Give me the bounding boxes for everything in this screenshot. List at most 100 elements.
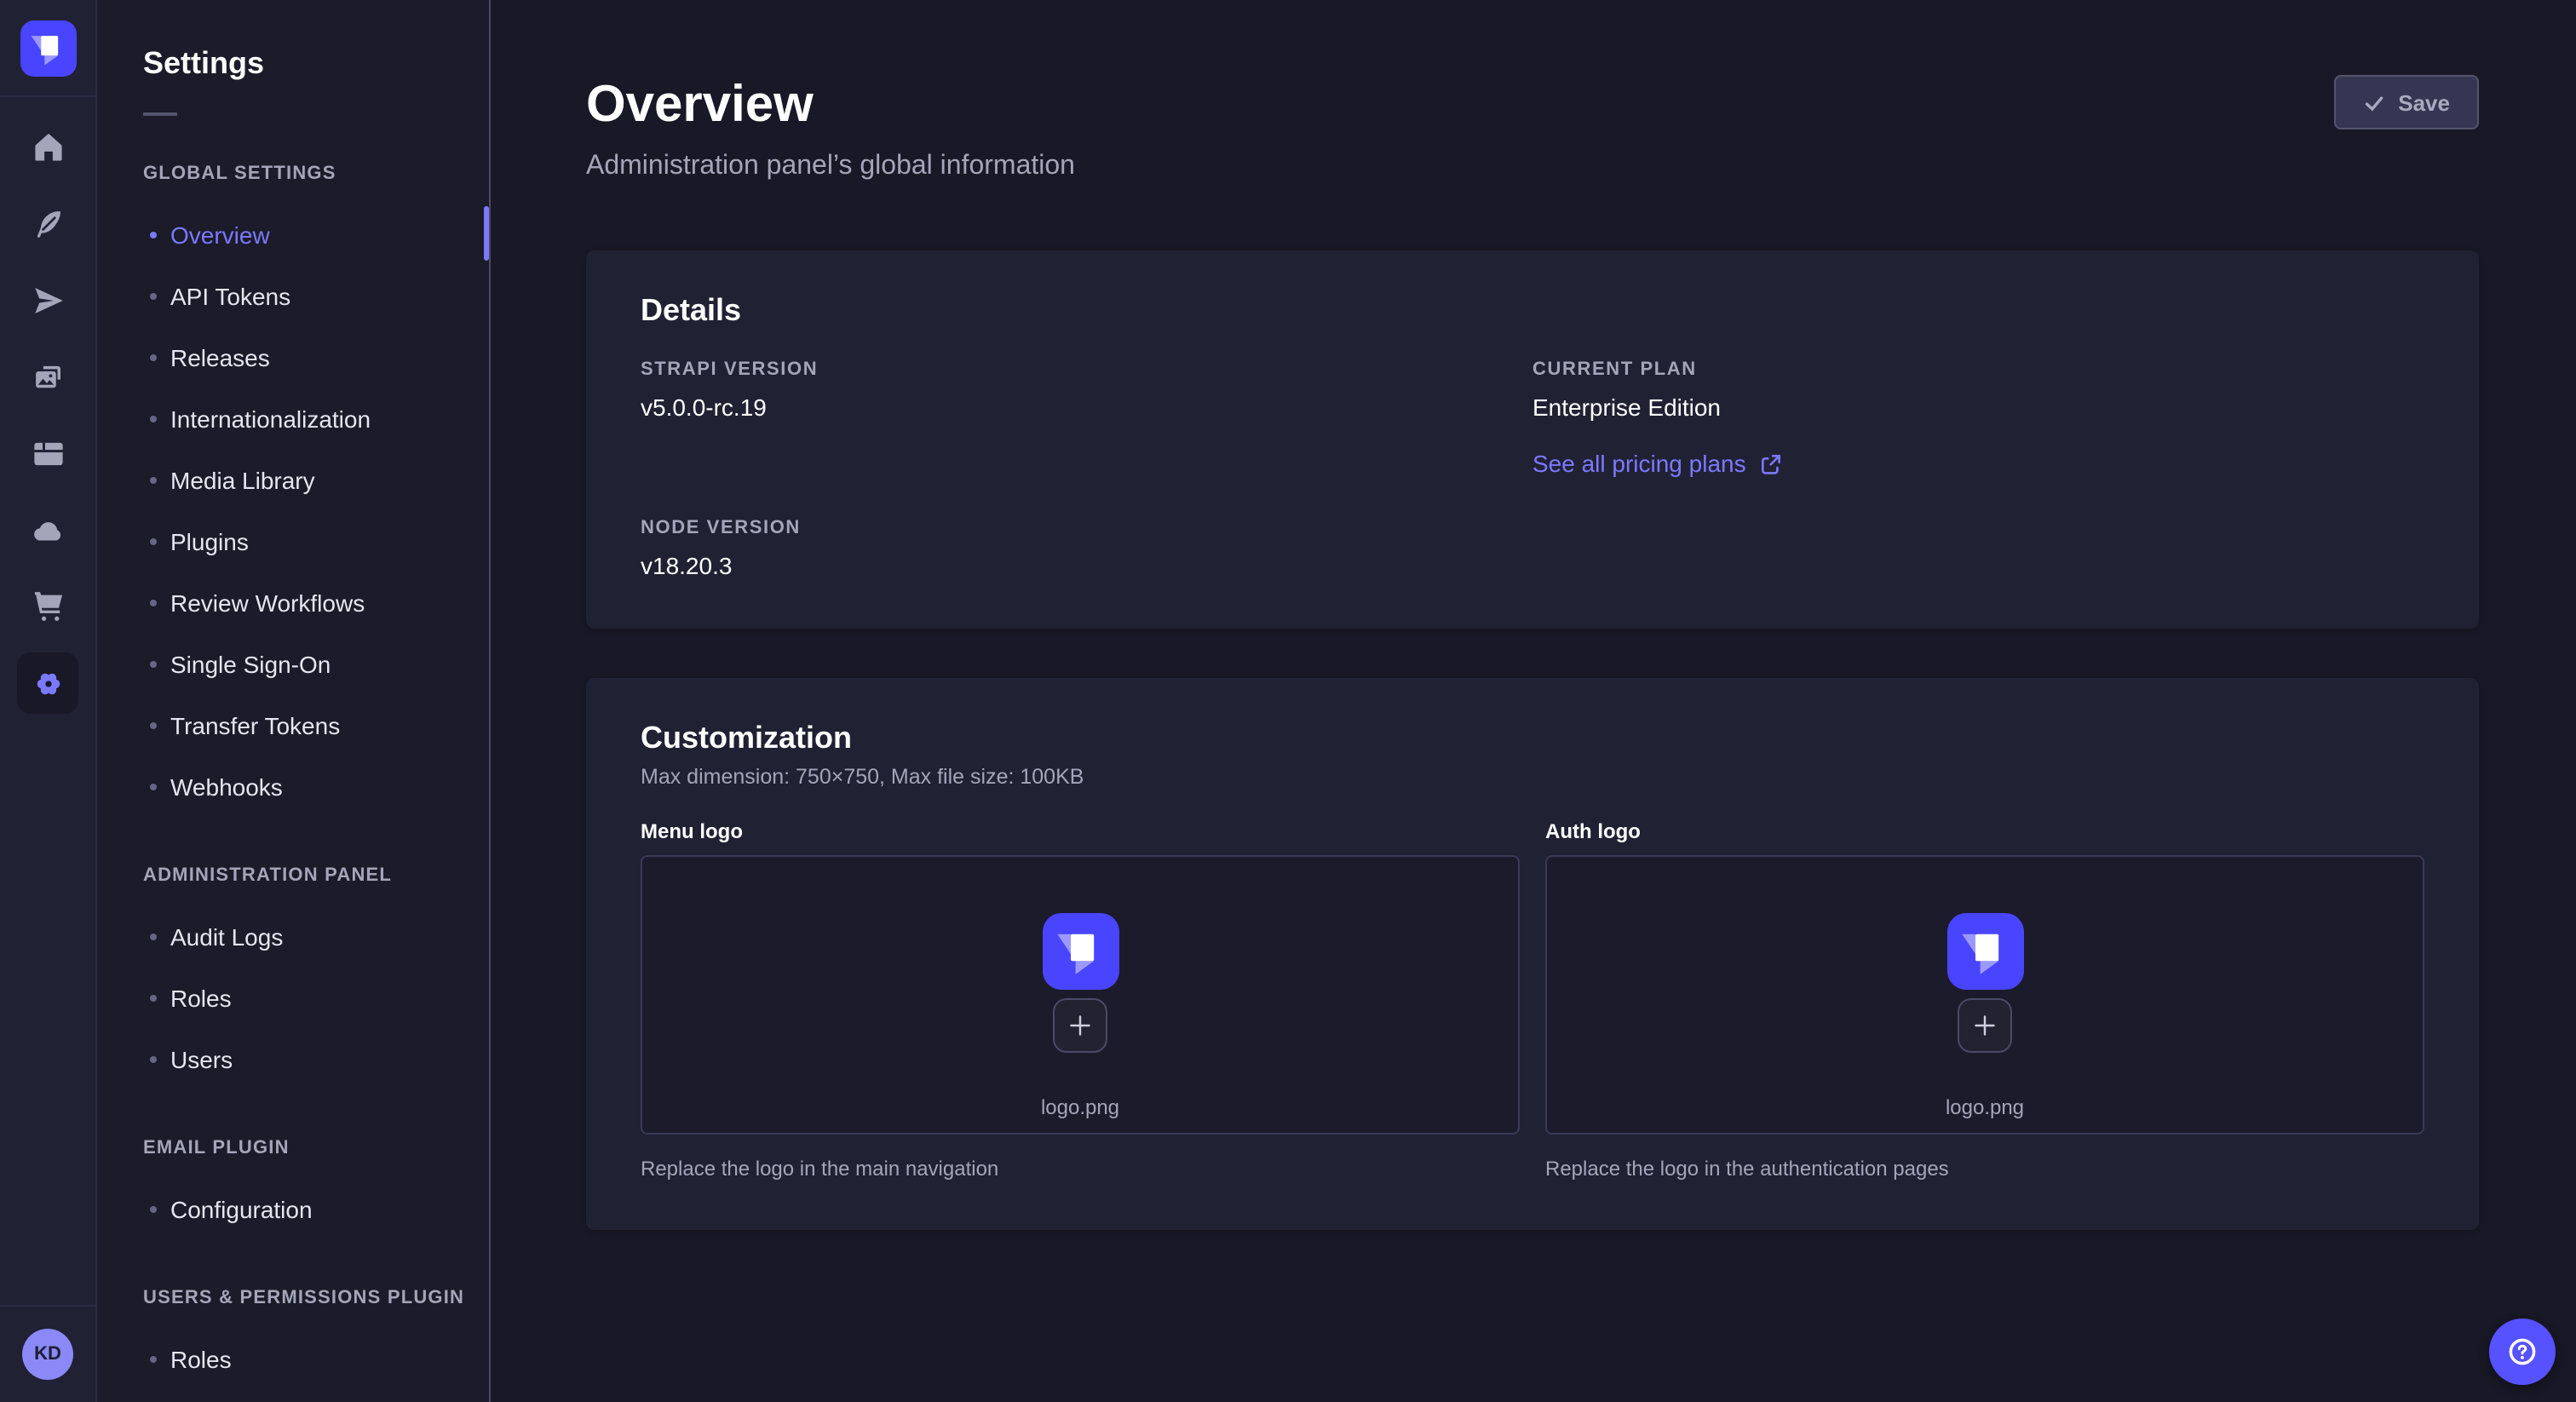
check-icon bbox=[2362, 91, 2384, 113]
sidebar-item-plugins[interactable]: Plugins bbox=[97, 511, 489, 572]
help-icon bbox=[2506, 1336, 2539, 1368]
sidebar-item-label: Media Library bbox=[170, 467, 315, 494]
customization-constraints: Max dimension: 750×750, Max file size: 1… bbox=[641, 763, 2424, 790]
sidebar-item-api-tokens[interactable]: API Tokens bbox=[97, 266, 489, 327]
images-icon bbox=[30, 359, 66, 394]
nav-home-button[interactable] bbox=[14, 112, 82, 181]
current-plan-field: CURRENT PLAN Enterprise Edition bbox=[1532, 356, 2424, 422]
menu-logo-label: Menu logo bbox=[641, 819, 1520, 843]
bullet-icon bbox=[150, 354, 157, 361]
auth-logo-hint: Replace the logo in the authentication p… bbox=[1545, 1155, 2424, 1182]
customization-card: Customization Max dimension: 750×750, Ma… bbox=[586, 678, 2479, 1230]
auth-logo-dropzone[interactable]: logo.png bbox=[1545, 855, 2424, 1135]
customization-card-title: Customization bbox=[641, 719, 2424, 756]
sidebar-item-review-workflows[interactable]: Review Workflows bbox=[97, 572, 489, 634]
save-button[interactable]: Save bbox=[2333, 75, 2479, 129]
field-label: STRAPI VERSION bbox=[641, 356, 1532, 385]
nav-releases-button[interactable] bbox=[14, 266, 82, 334]
sidebar-item-label: Roles bbox=[170, 985, 232, 1012]
sidebar-item-label: Single Sign-On bbox=[170, 651, 331, 678]
sidebar-item-up-providers[interactable]: Providers bbox=[97, 1390, 489, 1402]
sidebar-item-transfer-tokens[interactable]: Transfer Tokens bbox=[97, 695, 489, 756]
pricing-plans-link-label: See all pricing plans bbox=[1532, 450, 1746, 477]
rail-bottom: KD bbox=[0, 1305, 95, 1402]
sidebar-item-admin-roles[interactable]: Roles bbox=[97, 968, 489, 1029]
details-left-column: STRAPI VERSION v5.0.0-rc.19 NODE VERSION… bbox=[641, 356, 1532, 581]
bullet-icon bbox=[150, 661, 157, 668]
bullet-icon bbox=[150, 1056, 157, 1063]
bullet-icon bbox=[150, 416, 157, 422]
sidebar-item-single-sign-on[interactable]: Single Sign-On bbox=[97, 634, 489, 695]
nav-content-type-builder-button[interactable] bbox=[14, 419, 82, 487]
field-value: v5.0.0-rc.19 bbox=[641, 394, 1532, 422]
add-logo-button[interactable] bbox=[1053, 998, 1107, 1053]
bullet-icon bbox=[150, 934, 157, 940]
sidebar-item-media-library[interactable]: Media Library bbox=[97, 450, 489, 511]
help-button[interactable] bbox=[2489, 1319, 2556, 1385]
nav-marketplace-button[interactable] bbox=[14, 572, 82, 641]
sidebar-item-label: API Tokens bbox=[170, 283, 290, 310]
main-nav-rail: KD bbox=[0, 0, 97, 1402]
cloud-icon bbox=[30, 512, 66, 548]
sidebar-item-label: Overview bbox=[170, 221, 270, 249]
pricing-plans-link[interactable]: See all pricing plans bbox=[1532, 450, 1782, 477]
main-content: Overview Administration panel’s global i… bbox=[491, 0, 2576, 1402]
sidebar-item-label: Internationalization bbox=[170, 405, 371, 433]
divider bbox=[0, 95, 96, 97]
menu-logo-dropzone[interactable]: logo.png bbox=[641, 855, 1520, 1135]
bullet-icon bbox=[150, 600, 157, 606]
bullet-icon bbox=[150, 784, 157, 790]
field-value: Enterprise Edition bbox=[1532, 394, 2424, 422]
bullet-icon bbox=[150, 293, 157, 300]
window-layout-icon bbox=[30, 435, 66, 471]
section-administration-panel: ADMINISTRATION PANEL bbox=[143, 864, 489, 888]
user-avatar[interactable]: KD bbox=[22, 1329, 73, 1380]
divider bbox=[0, 1305, 96, 1307]
active-item-indicator bbox=[484, 206, 489, 261]
divider bbox=[143, 112, 177, 116]
logo-uploaders: Menu logo logo.png Replace the logo in t… bbox=[641, 819, 2424, 1182]
section-administration-panel-list: Audit Logs Roles Users bbox=[97, 906, 489, 1090]
sidebar-item-releases[interactable]: Releases bbox=[97, 327, 489, 388]
section-users-permissions-plugin: USERS & PERMISSIONS PLUGIN bbox=[143, 1286, 489, 1310]
settings-subnav: Settings GLOBAL SETTINGS Overview API To… bbox=[97, 0, 491, 1402]
sidebar-item-label: Webhooks bbox=[170, 773, 283, 801]
sidebar-item-webhooks[interactable]: Webhooks bbox=[97, 756, 489, 818]
section-global-settings-list: Overview API Tokens Releases Internation… bbox=[97, 204, 489, 818]
details-card: Details STRAPI VERSION v5.0.0-rc.19 NODE… bbox=[586, 250, 2479, 629]
sidebar-item-email-configuration[interactable]: Configuration bbox=[97, 1179, 489, 1240]
strapi-logo-icon bbox=[1946, 913, 2023, 990]
cart-icon bbox=[30, 589, 66, 624]
subnav-title: Settings bbox=[143, 43, 489, 83]
sidebar-item-up-roles[interactable]: Roles bbox=[97, 1329, 489, 1390]
nav-settings-button[interactable] bbox=[17, 652, 78, 714]
bullet-icon bbox=[150, 232, 157, 238]
section-email-plugin-list: Configuration bbox=[97, 1179, 489, 1240]
bullet-icon bbox=[150, 1206, 157, 1213]
nav-media-library-button[interactable] bbox=[14, 342, 82, 411]
sidebar-item-label: Plugins bbox=[170, 528, 249, 555]
section-global-settings: GLOBAL SETTINGS bbox=[143, 162, 489, 186]
sidebar-item-overview[interactable]: Overview bbox=[97, 204, 489, 266]
strapi-logo-icon bbox=[20, 20, 76, 77]
bullet-icon bbox=[150, 722, 157, 729]
sidebar-item-label: Audit Logs bbox=[170, 923, 283, 951]
screen: KD Settings GLOBAL SETTINGS Overview API… bbox=[0, 0, 2576, 1402]
plus-icon bbox=[1068, 1014, 1092, 1037]
strapi-logo-button[interactable] bbox=[20, 20, 76, 77]
bullet-icon bbox=[150, 1356, 157, 1363]
add-logo-button[interactable] bbox=[1958, 998, 2012, 1053]
rail-nav-list bbox=[14, 112, 82, 717]
nav-deploy-button[interactable] bbox=[14, 496, 82, 564]
sidebar-item-audit-logs[interactable]: Audit Logs bbox=[97, 906, 489, 968]
feather-icon bbox=[30, 205, 66, 241]
save-button-label: Save bbox=[2398, 89, 2450, 115]
page-title: Overview bbox=[586, 75, 2479, 136]
auth-logo-uploader: Auth logo logo.png Replace the logo in t… bbox=[1545, 819, 2424, 1182]
nav-content-manager-button[interactable] bbox=[14, 189, 82, 257]
menu-logo-filename: logo.png bbox=[642, 1095, 1518, 1119]
auth-logo-preview bbox=[1946, 913, 2023, 990]
sidebar-item-internationalization[interactable]: Internationalization bbox=[97, 388, 489, 450]
sidebar-item-admin-users[interactable]: Users bbox=[97, 1029, 489, 1090]
section-users-permissions-list: Roles Providers bbox=[97, 1329, 489, 1402]
